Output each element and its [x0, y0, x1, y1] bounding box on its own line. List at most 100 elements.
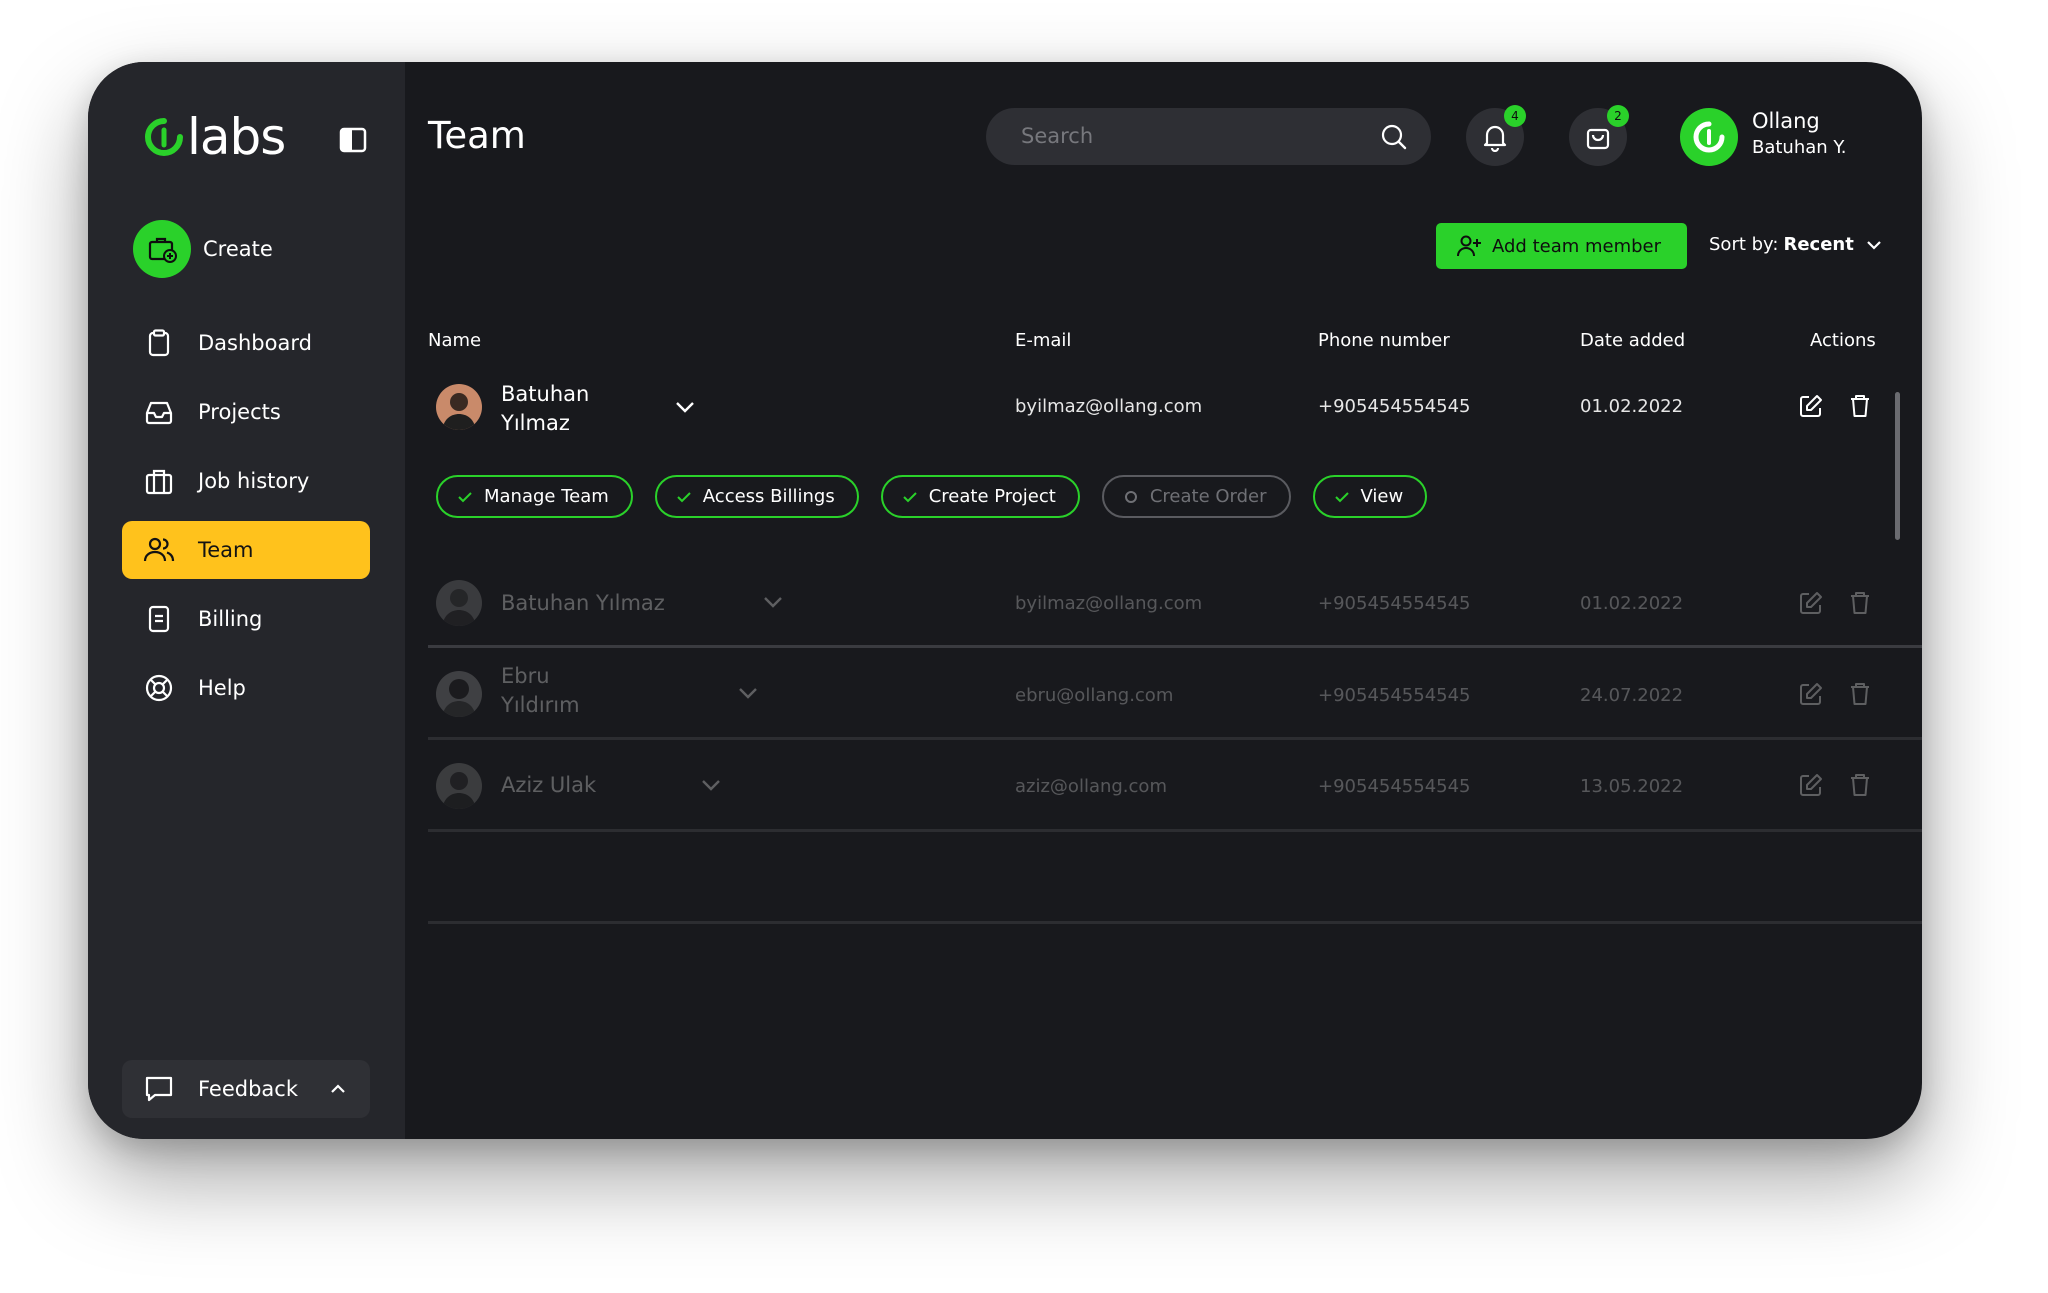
trash-icon[interactable]: [1847, 772, 1873, 798]
sidebar-item-help[interactable]: Help: [122, 659, 370, 717]
permission-label: Manage Team: [484, 486, 609, 507]
member-phone: +905454554545: [1318, 593, 1471, 614]
chevron-down-icon[interactable]: [735, 680, 761, 706]
edit-icon[interactable]: [1798, 772, 1824, 798]
permission-create-project[interactable]: Create Project: [880, 475, 1080, 518]
sidebar-toggle-icon[interactable]: [338, 125, 368, 155]
row-divider: [428, 645, 1922, 648]
add-team-member-button[interactable]: Add team member: [1436, 223, 1687, 269]
avatar: [436, 671, 482, 717]
clipboard-icon: [143, 327, 175, 359]
column-header-phone: Phone number: [1318, 330, 1450, 351]
member-phone: +905454554545: [1318, 776, 1471, 797]
member-email: aziz@ollang.com: [1015, 776, 1167, 797]
trash-icon[interactable]: [1847, 681, 1873, 707]
chevron-down-icon[interactable]: [672, 394, 698, 420]
org-logo-icon: [1693, 121, 1725, 153]
avatar: [436, 763, 482, 809]
column-header-actions: Actions: [1810, 330, 1876, 351]
trash-icon[interactable]: [1847, 393, 1873, 419]
permission-label: Access Billings: [702, 486, 835, 507]
sidebar-item-label: Job history: [198, 469, 310, 493]
trash-icon[interactable]: [1847, 590, 1873, 616]
sort-dropdown[interactable]: Sort by: Recent: [1709, 234, 1884, 255]
permission-view[interactable]: View: [1312, 475, 1428, 518]
sidebar-item-projects[interactable]: Projects: [122, 383, 370, 441]
scrollbar[interactable]: [1895, 392, 1900, 540]
sidebar-nav: Dashboard Projects Job history Team Bill…: [122, 314, 370, 728]
permission-create-order[interactable]: Create Order: [1101, 475, 1291, 518]
chevron-down-icon: [1867, 240, 1881, 250]
feedback-button[interactable]: Feedback: [122, 1060, 370, 1118]
search-input[interactable]: Search: [986, 108, 1431, 165]
member-name-line2: Yıldırım: [501, 693, 580, 717]
users-icon: [143, 534, 175, 566]
sidebar-item-dashboard[interactable]: Dashboard: [122, 314, 370, 372]
member-name-line2: Yılmaz: [501, 411, 570, 435]
edit-icon[interactable]: [1798, 393, 1824, 419]
permissions-list: Manage Team Access Billings Create Proje…: [436, 475, 1449, 518]
permission-label: Create Project: [928, 486, 1056, 507]
sidebar: labs Create Dashboard Projects Job histo…: [88, 62, 405, 1139]
member-name: Aziz Ulak: [501, 773, 597, 797]
member-phone: +905454554545: [1318, 685, 1471, 706]
check-icon: [902, 491, 917, 502]
page-title: Team: [428, 114, 526, 157]
sidebar-item-job-history[interactable]: Job history: [122, 452, 370, 510]
bell-icon: [1483, 125, 1507, 152]
row-divider: [428, 737, 1922, 740]
chevron-up-icon: [331, 1084, 345, 1093]
message-icon: [145, 1076, 173, 1102]
member-phone: +905454554545: [1318, 396, 1471, 417]
edit-icon[interactable]: [1798, 590, 1824, 616]
logo-mark-icon: [145, 118, 183, 156]
permission-label: Create Order: [1149, 486, 1267, 507]
circle-icon: [1124, 490, 1137, 503]
document-icon: [143, 603, 175, 635]
sidebar-item-label: Help: [198, 676, 246, 700]
member-email: ebru@ollang.com: [1015, 685, 1174, 706]
sidebar-item-label: Dashboard: [198, 331, 312, 355]
row-divider: [428, 829, 1922, 832]
create-button[interactable]: Create: [133, 220, 273, 278]
feedback-label: Feedback: [198, 1077, 299, 1101]
sidebar-item-billing[interactable]: Billing: [122, 590, 370, 648]
member-date: 01.02.2022: [1580, 593, 1684, 614]
avatar: [436, 384, 482, 430]
search-icon[interactable]: [1379, 122, 1409, 152]
row-divider: [428, 921, 1922, 924]
check-icon: [458, 491, 472, 502]
logo[interactable]: labs: [143, 112, 286, 162]
create-label: Create: [203, 237, 273, 261]
member-name-line1: Batuhan: [501, 382, 590, 406]
sidebar-item-label: Projects: [198, 400, 281, 424]
user-plus-icon: [1457, 235, 1481, 257]
sort-value: Recent: [1783, 234, 1854, 255]
member-date: 24.07.2022: [1580, 685, 1684, 706]
shopping-bag-icon: [1586, 128, 1610, 150]
create-icon: [133, 220, 191, 278]
chevron-down-icon[interactable]: [698, 772, 724, 798]
lifebuoy-icon: [143, 672, 175, 704]
profile-avatar[interactable]: [1680, 108, 1738, 166]
profile-org-name: Ollang: [1752, 109, 1820, 133]
member-email: byilmaz@ollang.com: [1015, 396, 1203, 417]
check-icon: [1334, 491, 1349, 502]
permission-manage-team[interactable]: Manage Team: [436, 475, 633, 518]
avatar: [436, 580, 482, 626]
notifications-button[interactable]: 4: [1466, 105, 1526, 166]
member-date: 13.05.2022: [1580, 776, 1684, 797]
app-window: labs Create Dashboard Projects Job histo…: [88, 62, 1922, 1139]
edit-icon[interactable]: [1798, 681, 1824, 707]
permission-access-billings[interactable]: Access Billings: [654, 475, 859, 518]
sidebar-item-label: Billing: [198, 607, 263, 631]
sidebar-item-team[interactable]: Team: [122, 521, 370, 579]
cart-badge: 2: [1607, 105, 1629, 127]
briefcase-icon: [143, 465, 175, 497]
member-name: Batuhan Yılmaz: [501, 591, 665, 615]
cart-button[interactable]: 2: [1569, 105, 1629, 166]
member-date: 01.02.2022: [1580, 396, 1684, 417]
chevron-down-icon[interactable]: [760, 589, 786, 615]
search-placeholder: Search: [1021, 124, 1094, 148]
sort-prefix: Sort by:: [1709, 234, 1779, 255]
